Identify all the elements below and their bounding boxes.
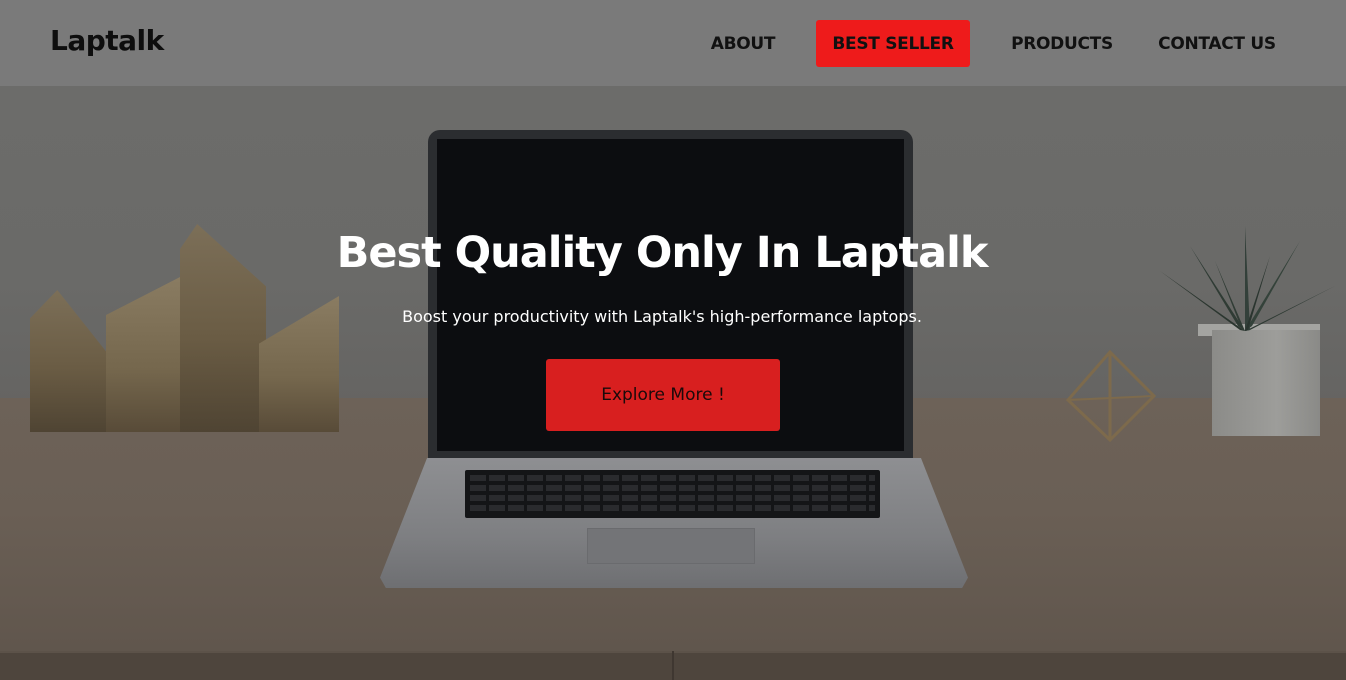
laptop-trackpad: [587, 528, 755, 564]
nav-link-products[interactable]: PRODUCTS: [1000, 20, 1124, 67]
desk-drawer-seam: [672, 651, 674, 680]
site-header: Laptalk ABOUT BEST SELLER PRODUCTS CONTA…: [0, 0, 1346, 86]
site-logo[interactable]: Laptalk: [50, 24, 164, 57]
nav-link-contact-us[interactable]: CONTACT US: [1144, 20, 1290, 67]
hero-section: Best Quality Only In Laptalk Boost your …: [0, 86, 1346, 680]
nav-link-best-seller[interactable]: BEST SELLER: [816, 20, 970, 67]
nav-link-about[interactable]: ABOUT: [700, 20, 786, 67]
hero-title: Best Quality Only In Laptalk: [336, 228, 989, 278]
plant-pot: [1212, 330, 1320, 436]
explore-more-button[interactable]: Explore More !: [546, 359, 780, 431]
geometric-ornament-decoration: [1065, 349, 1157, 443]
hero-subtitle: Boost your productivity with Laptalk's h…: [402, 307, 922, 326]
